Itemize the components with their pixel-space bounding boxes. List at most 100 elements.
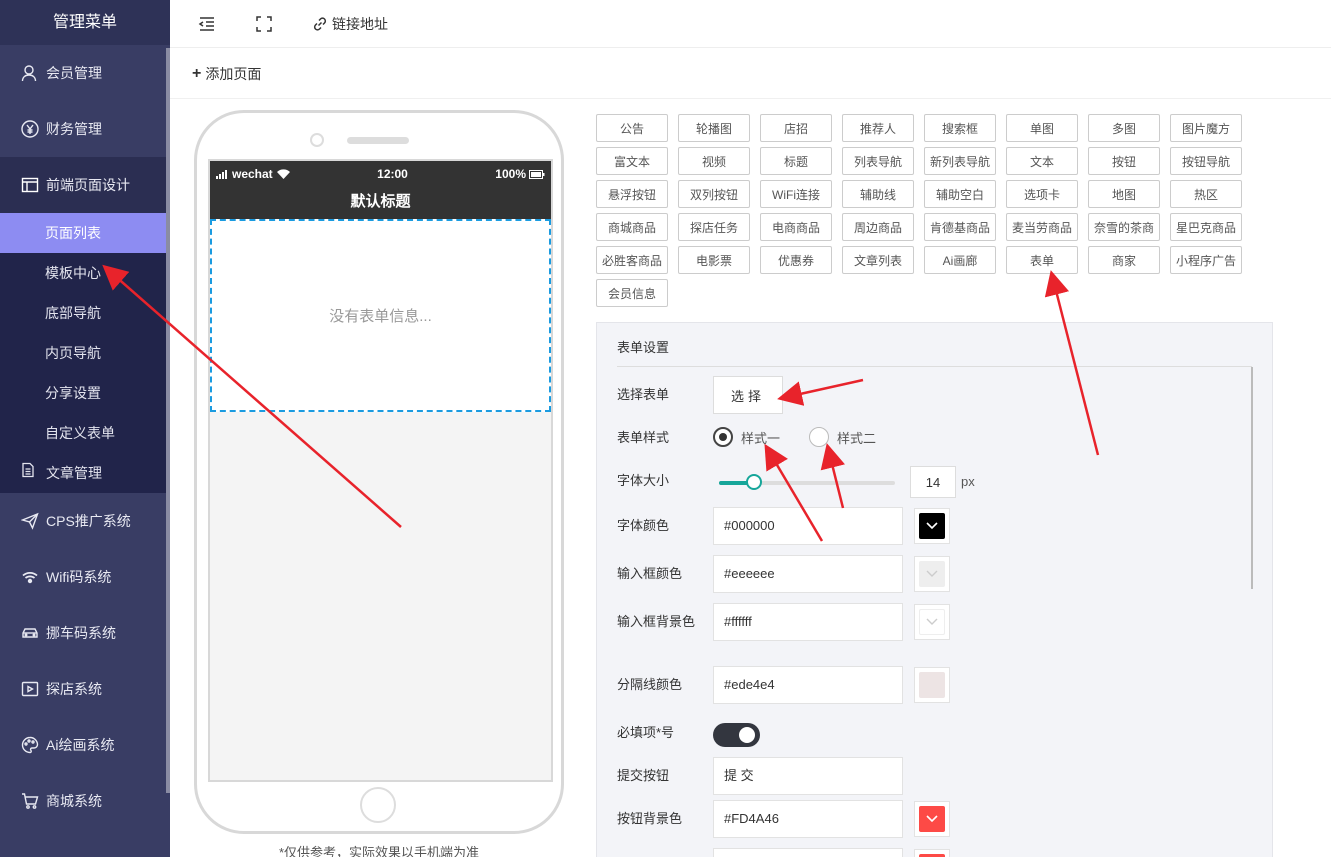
sidebar-item-members[interactable]: 会员管理 [0, 45, 170, 101]
component-button[interactable]: 文本 [1006, 147, 1078, 175]
form-style-label: 表单样式 [617, 430, 670, 445]
component-button[interactable]: 商家 [1088, 246, 1160, 274]
component-button[interactable]: Ai画廊 [924, 246, 996, 274]
sidebar-item-articles[interactable]: 文章管理 [0, 453, 170, 493]
component-button[interactable]: 辅助线 [842, 180, 914, 208]
collapse-menu-button[interactable] [198, 15, 216, 33]
input-border-color-input[interactable]: #eeeeee [713, 555, 903, 593]
component-button[interactable]: 电商商品 [760, 213, 832, 241]
font-size-slider[interactable] [719, 474, 895, 490]
radio-unchecked-icon [809, 427, 829, 447]
input-border-color-picker[interactable] [914, 556, 950, 592]
component-button[interactable]: 富文本 [596, 147, 668, 175]
sidebar-item-ai-painting[interactable]: Ai绘画系统 [0, 717, 170, 773]
component-button[interactable]: 辅助空白 [924, 180, 996, 208]
font-color-input[interactable]: #000000 [713, 507, 903, 545]
component-button[interactable]: 奈雪的茶商 [1088, 213, 1160, 241]
component-button[interactable]: 会员信息 [596, 279, 668, 307]
form-component-placeholder[interactable]: 没有表单信息... [210, 219, 551, 412]
component-button[interactable]: 新列表导航 [924, 147, 996, 175]
component-button[interactable]: 店招 [760, 114, 832, 142]
button-bg-color-picker[interactable] [914, 801, 950, 837]
component-button[interactable]: 优惠券 [760, 246, 832, 274]
sidebar-item-car[interactable]: 挪车码系统 [0, 605, 170, 661]
component-button[interactable]: 周边商品 [842, 213, 914, 241]
font-color-label: 字体颜色 [617, 518, 670, 533]
sidebar-subitem-inner-nav[interactable]: 内页导航 [0, 333, 170, 373]
component-button[interactable]: 多图 [1088, 114, 1160, 142]
sidebar-subitem-custom-form[interactable]: 自定义表单 [0, 413, 170, 453]
component-button[interactable]: 选项卡 [1006, 180, 1078, 208]
component-button[interactable]: 悬浮按钮 [596, 180, 668, 208]
component-button[interactable]: 热区 [1170, 180, 1242, 208]
panel-scrollbar[interactable] [1251, 367, 1253, 589]
sidebar: 管理菜单 会员管理 财务管理 前端页面设计 页面列表 模板中心 底部导航 内页导… [0, 0, 170, 857]
color-swatch [919, 672, 945, 698]
component-button[interactable]: 文章列表 [842, 246, 914, 274]
next-field-input[interactable] [713, 848, 903, 857]
component-button[interactable]: 商城商品 [596, 213, 668, 241]
required-mark-toggle[interactable] [713, 723, 760, 747]
yen-icon [20, 119, 40, 139]
panel-divider [617, 366, 1252, 367]
select-form-label: 选择表单 [617, 387, 670, 402]
component-button[interactable]: 按钮导航 [1170, 147, 1242, 175]
sidebar-subitem-template-center[interactable]: 模板中心 [0, 253, 170, 293]
home-button-icon [360, 787, 396, 823]
component-button[interactable]: 星巴克商品 [1170, 213, 1242, 241]
style-option-2[interactable]: 样式二 [809, 427, 876, 447]
submit-button-text-input[interactable]: 提 交 [713, 757, 903, 795]
sidebar-item-finance[interactable]: 财务管理 [0, 101, 170, 157]
sidebar-scrollbar[interactable] [166, 48, 170, 793]
font-size-input[interactable]: 14 [910, 466, 956, 498]
component-button[interactable]: 表单 [1006, 246, 1078, 274]
sidebar-item-cps[interactable]: CPS推广系统 [0, 493, 170, 549]
fullscreen-button[interactable] [256, 15, 272, 32]
color-swatch [919, 513, 945, 539]
sidebar-subitem-share-settings[interactable]: 分享设置 [0, 373, 170, 413]
component-button[interactable]: 麦当劳商品 [1006, 213, 1078, 241]
divider-color-input[interactable]: #ede4e4 [713, 666, 903, 704]
sidebar-item-label: 前端页面设计 [46, 177, 130, 193]
input-bg-color-picker[interactable] [914, 604, 950, 640]
sidebar-item-label: Wifi码系统 [46, 569, 112, 585]
component-button[interactable]: 搜索框 [924, 114, 996, 142]
sidebar-subitem-page-list[interactable]: 页面列表 [0, 213, 170, 253]
sidebar-item-wifi[interactable]: Wifi码系统 [0, 549, 170, 605]
component-button[interactable]: 肯德基商品 [924, 213, 996, 241]
link-address-button[interactable]: 链接地址 [312, 14, 388, 34]
component-button[interactable]: 小程序广告 [1170, 246, 1242, 274]
component-button[interactable]: 推荐人 [842, 114, 914, 142]
component-button[interactable]: 必胜客商品 [596, 246, 668, 274]
component-button[interactable]: 双列按钮 [678, 180, 750, 208]
component-button[interactable]: 探店任务 [678, 213, 750, 241]
preview-note: *仅供参考，实际效果以手机端为准 [278, 845, 480, 857]
component-button[interactable]: 视频 [678, 147, 750, 175]
signal-icon [216, 170, 227, 179]
sidebar-item-mall[interactable]: 商城系统 [0, 773, 170, 829]
component-button[interactable]: WiFi连接 [760, 180, 832, 208]
sidebar-item-shop-visit[interactable]: 探店系统 [0, 661, 170, 717]
component-button[interactable]: 轮播图 [678, 114, 750, 142]
divider-color-picker[interactable] [914, 667, 950, 703]
add-page-button[interactable]: + 添加页面 [192, 64, 261, 84]
button-bg-color-input[interactable]: #FD4A46 [713, 800, 903, 838]
slider-handle[interactable] [746, 474, 762, 490]
component-button[interactable]: 按钮 [1088, 147, 1160, 175]
sidebar-item-label: 会员管理 [46, 65, 102, 81]
component-button[interactable]: 电影票 [678, 246, 750, 274]
sidebar-item-frontend-design[interactable]: 前端页面设计 [0, 157, 170, 213]
sidebar-subitem-bottom-nav[interactable]: 底部导航 [0, 293, 170, 333]
font-color-picker[interactable] [914, 508, 950, 544]
component-button[interactable]: 公告 [596, 114, 668, 142]
component-button[interactable]: 列表导航 [842, 147, 914, 175]
component-button[interactable]: 图片魔方 [1170, 114, 1242, 142]
component-button[interactable]: 地图 [1088, 180, 1160, 208]
next-color-picker[interactable] [914, 849, 950, 857]
select-form-button[interactable]: 选择 [713, 376, 783, 414]
top-toolbar: 链接地址 [170, 0, 1331, 48]
component-button[interactable]: 单图 [1006, 114, 1078, 142]
input-bg-color-input[interactable]: #ffffff [713, 603, 903, 641]
component-button[interactable]: 标题 [760, 147, 832, 175]
style-option-1[interactable]: 样式一 [713, 427, 780, 447]
